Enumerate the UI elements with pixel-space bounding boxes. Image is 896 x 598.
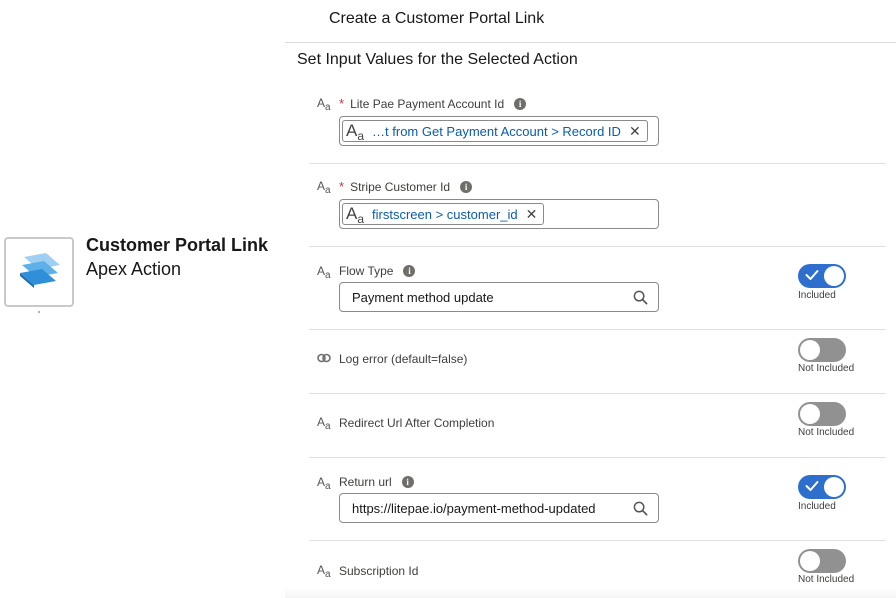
row-divider xyxy=(309,393,886,394)
properties-panel: Create a Customer Portal Link Set Input … xyxy=(285,0,896,598)
node-connector-dot[interactable] xyxy=(38,311,40,313)
field-label: * Stripe Customer Id i xyxy=(339,179,473,194)
field-label: Redirect Url After Completion xyxy=(339,416,494,430)
check-icon xyxy=(805,481,819,491)
info-icon[interactable]: i xyxy=(514,97,527,110)
text-type-icon: Aa xyxy=(317,475,331,492)
field-row-customer-id: Aa * Stripe Customer Id i Aa firstscreen… xyxy=(309,175,886,245)
field-label: Flow Type i xyxy=(339,264,416,278)
pill-text: …t from Get Payment Account > Record ID xyxy=(372,123,621,139)
text-type-icon: Aa xyxy=(317,415,331,432)
apex-action-node[interactable] xyxy=(4,237,74,307)
toggle-status-label: Not Included xyxy=(798,363,855,374)
text-type-icon: Aa xyxy=(346,204,365,226)
row-divider xyxy=(309,246,886,247)
include-toggle-log-error[interactable] xyxy=(798,338,846,362)
toggle-knob xyxy=(800,340,820,360)
close-icon[interactable]: ✕ xyxy=(629,123,641,140)
flow-canvas: Customer Portal Link Apex Action xyxy=(0,0,285,598)
flow-type-value: Payment method update xyxy=(352,290,494,305)
text-type-icon: Aa xyxy=(317,264,331,281)
row-divider xyxy=(309,329,886,330)
toggle-knob xyxy=(800,404,820,424)
include-toggle-subscription-id[interactable] xyxy=(798,549,846,573)
field-row-return-url: Aa Return url i https://litepae.io/payme… xyxy=(309,469,886,539)
close-icon[interactable]: ✕ xyxy=(526,206,538,223)
boolean-link-icon xyxy=(317,353,331,363)
text-type-icon: Aa xyxy=(317,563,331,580)
toggle-status-label: Included xyxy=(798,290,836,301)
field-row-redirect-url: Aa Redirect Url After Completion Not Inc… xyxy=(309,402,886,452)
resource-pill[interactable]: Aa …t from Get Payment Account > Record … xyxy=(342,120,648,143)
toggle-status-label: Not Included xyxy=(798,427,855,438)
info-icon[interactable]: i xyxy=(460,180,473,193)
account-id-input[interactable]: Aa …t from Get Payment Account > Record … xyxy=(339,116,659,146)
field-label-text: Lite Pae Payment Account Id xyxy=(350,96,505,111)
toggle-knob xyxy=(800,551,820,571)
field-label-text: Return url xyxy=(339,475,392,489)
flow-type-input[interactable]: Payment method update xyxy=(339,282,659,312)
include-toggle-flow-type[interactable] xyxy=(798,264,846,288)
field-label: Log error (default=false) xyxy=(339,352,467,366)
row-divider xyxy=(309,163,886,164)
field-label-text: Log error (default=false) xyxy=(339,352,468,366)
row-divider xyxy=(309,540,886,541)
return-url-value: https://litepae.io/payment-method-update… xyxy=(352,501,596,516)
include-toggle-redirect-url[interactable] xyxy=(798,402,846,426)
toggle-knob xyxy=(824,477,844,497)
node-title: Customer Portal Link xyxy=(86,235,269,255)
check-icon xyxy=(805,270,819,280)
required-marker: * xyxy=(339,179,345,194)
field-label-text: Stripe Customer Id xyxy=(350,179,451,194)
toggle-knob xyxy=(824,266,844,286)
info-icon[interactable]: i xyxy=(403,265,416,277)
node-subtitle: Apex Action xyxy=(86,259,182,279)
return-url-input[interactable]: https://litepae.io/payment-method-update… xyxy=(339,493,659,523)
field-label-text: Redirect Url After Completion xyxy=(339,416,495,430)
field-label: Return url i xyxy=(339,475,414,489)
text-type-icon: Aa xyxy=(346,121,365,143)
apex-action-layers-icon xyxy=(20,253,60,288)
field-label: Subscription Id xyxy=(339,564,418,578)
search-icon[interactable] xyxy=(633,290,648,305)
field-label-text: Flow Type xyxy=(339,264,394,278)
field-row-flow-type: Aa Flow Type i Payment method update Inc… xyxy=(309,258,886,328)
row-divider xyxy=(309,457,886,458)
text-type-icon: Aa xyxy=(317,179,331,196)
info-icon[interactable]: i xyxy=(401,476,414,488)
field-label: * Lite Pae Payment Account Id i xyxy=(339,96,527,111)
scroll-fade xyxy=(285,588,896,598)
panel-divider xyxy=(285,42,896,43)
panel-title: Create a Customer Portal Link xyxy=(329,10,545,27)
text-type-icon: Aa xyxy=(317,96,331,113)
include-toggle-return-url[interactable] xyxy=(798,475,846,499)
required-marker: * xyxy=(339,96,345,111)
search-icon[interactable] xyxy=(633,501,648,516)
pill-text: firstscreen > customer_id xyxy=(372,206,518,222)
field-row-log-error: Log error (default=false) Not Included xyxy=(309,338,886,388)
field-row-account-id: Aa * Lite Pae Payment Account Id i Aa …t… xyxy=(309,92,886,162)
toggle-status-label: Not Included xyxy=(798,574,855,585)
toggle-status-label: Included xyxy=(798,501,836,512)
customer-id-input[interactable]: Aa firstscreen > customer_id ✕ xyxy=(339,199,659,229)
section-title: Set Input Values for the Selected Action xyxy=(297,51,578,68)
resource-pill[interactable]: Aa firstscreen > customer_id ✕ xyxy=(342,203,545,226)
field-label-text: Subscription Id xyxy=(339,564,419,578)
